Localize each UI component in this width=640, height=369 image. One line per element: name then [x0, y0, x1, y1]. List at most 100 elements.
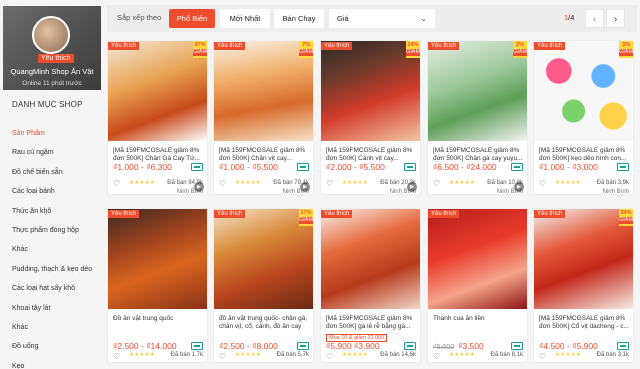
next-page-button[interactable]: › [606, 9, 625, 28]
product-title[interactable]: [Mã 159FMCGSALE giảm 8% đơn 500K] Chân v… [219, 147, 311, 163]
rating-stars: ★★★★★ [129, 180, 156, 186]
category-item[interactable]: Khác [12, 318, 102, 337]
category-item[interactable]: Các loại hạt sấy khô [12, 279, 102, 298]
product-card[interactable]: Yêu thích 34% GIẢM [Mã 159FMCGSALE giảm 8… [533, 208, 634, 363]
discount-badge: 3% GIẢM [619, 41, 633, 58]
category-item[interactable]: Kẹo [12, 357, 102, 369]
free-ship-icon [191, 342, 203, 350]
product-card[interactable]: Yêu thích 24% GIẢM ▶ [Mã 159FMCGSALE giảm… [320, 40, 421, 195]
product-title[interactable]: [Mã 159FMCGSALE giảm 8% đơn 500K] Cánh v… [326, 147, 418, 163]
product-title[interactable]: [Mã 159FMCGSALE giảm 8% đơn 500K] gà lê … [326, 315, 418, 331]
shop-avatar[interactable] [32, 16, 70, 54]
heart-icon[interactable]: ♡ [219, 179, 226, 188]
product-price: ₫5.900 ₫3.900 [326, 341, 380, 351]
product-card[interactable]: Yêu thích [Mã 159FMCGSALE giảm 8% đơn 50… [320, 208, 421, 363]
category-title: DANH MỤC SHOP [12, 100, 83, 109]
category-item[interactable]: Pudding, thạch & kẹo dẻo [12, 260, 102, 279]
product-card[interactable]: Yêu thích 7% GIẢM ▶ [Mã 159FMCGSALE giảm … [213, 40, 314, 195]
heart-icon[interactable]: ♡ [113, 352, 120, 361]
shop-page: Yêu thích QuangMinh Shop Ăn Vặt Online 1… [0, 0, 640, 369]
sold-count: Đã bán 8,1k [490, 352, 523, 358]
product-title[interactable]: [Mã 159FMCGSALE giảm 8% đơn 500K] Chân G… [113, 147, 205, 163]
heart-icon[interactable]: ♡ [326, 179, 333, 188]
product-image[interactable] [108, 209, 207, 309]
heart-icon[interactable]: ♡ [433, 179, 440, 188]
shop-header-card[interactable]: Yêu thích QuangMinh Shop Ăn Vặt Online 1… [3, 6, 101, 90]
shop-name[interactable]: QuangMinh Shop Ăn Vặt [3, 67, 101, 76]
play-video-icon[interactable]: ▶ [300, 182, 310, 192]
page-total: /4 [568, 13, 575, 22]
rating-stars: ★★★★★ [555, 180, 582, 186]
category-item[interactable]: Đồ uống [12, 337, 102, 356]
category-item[interactable]: Thức ăn khô [12, 202, 102, 221]
discount-badge: 2% GIẢM [513, 41, 527, 58]
free-ship-icon [297, 342, 309, 350]
favorite-badge: Yêu thích [108, 42, 140, 50]
product-image[interactable] [321, 209, 420, 309]
product-title[interactable]: [Mã 159FMCGSALE giảm 8% đơn 500K] kẹo dẻ… [539, 147, 631, 163]
sort-newest-button[interactable]: Mới Nhất [220, 9, 270, 28]
product-card[interactable]: Yêu thích 2% GIẢM ▶ [Mã 159FMCGSALE giảm … [427, 40, 528, 195]
play-video-icon[interactable]: ▶ [407, 182, 417, 192]
product-price: ₫4.500 - ₫5.900 [539, 341, 598, 351]
rating-stars: ★★★★★ [235, 180, 262, 186]
play-video-icon[interactable]: ▶ [514, 182, 524, 192]
heart-icon[interactable]: ♡ [539, 352, 546, 361]
free-ship-icon [404, 163, 416, 171]
old-price: ₫5.000 [433, 344, 455, 351]
category-item[interactable]: Đồ chế biến sẵn [12, 163, 102, 182]
rating-stars: ★★★★★ [235, 352, 262, 358]
product-title[interactable]: đồ ăn vặt trung quốc- chân gà, chân vịt,… [219, 315, 311, 331]
free-ship-icon [511, 342, 523, 350]
favorite-badge: Yêu thích [214, 42, 246, 50]
prev-page-button[interactable]: ‹ [585, 9, 604, 28]
category-item[interactable]: Khoai tây lát [12, 299, 102, 318]
favorite-badge: Yêu thích [321, 42, 353, 50]
free-ship-icon [511, 163, 523, 171]
heart-icon[interactable]: ♡ [539, 179, 546, 188]
product-title[interactable]: [Mã 159FMCGSALE giảm 8% đơn 500K] Cổ vịt… [539, 315, 631, 331]
free-ship-icon [404, 342, 416, 350]
category-item[interactable]: Các loại bánh [12, 182, 102, 201]
sort-popular-button[interactable]: Phổ Biến [169, 9, 215, 28]
heart-icon[interactable]: ♡ [433, 352, 440, 361]
favorite-badge: Yêu thích [321, 210, 353, 218]
product-title[interactable]: Thanh cua ăn liền [433, 315, 525, 331]
sold-count: Đã bán 5,7k [276, 352, 309, 358]
free-ship-icon [617, 342, 629, 350]
rating-stars: ★★★★★ [555, 352, 582, 358]
product-price: ₫1.000 - ₫5.500 [219, 162, 278, 172]
category-item[interactable]: Khác [12, 240, 102, 259]
product-card[interactable]: Yêu thích 17% GIẢM đồ ăn vặt trung quốc- … [213, 208, 314, 363]
heart-icon[interactable]: ♡ [326, 352, 333, 361]
sort-bestseller-button[interactable]: Bán Chạy [274, 9, 324, 28]
category-item[interactable]: Rau củ ngâm [12, 143, 102, 162]
discount-badge: 37% GIẢM [193, 41, 207, 58]
product-image[interactable] [428, 209, 527, 309]
play-video-icon[interactable]: ▶ [194, 182, 204, 192]
product-card[interactable]: Yêu thích Đồ ăn vặt trung quốc ₫2.500 - … [107, 208, 208, 363]
rating-stars: ★★★★★ [449, 180, 476, 186]
product-title[interactable]: Đồ ăn vặt trung quốc [113, 315, 205, 331]
category-item-products[interactable]: Sản Phẩm [12, 124, 102, 143]
sale-price: ₫3.500 [458, 341, 484, 351]
heart-icon[interactable]: ♡ [113, 179, 120, 188]
product-card[interactable]: Yêu thích 3% GIẢM [Mã 159FMCGSALE giảm 8%… [533, 40, 634, 195]
favorite-badge: Yêu thích [428, 210, 460, 218]
product-price: ₫1.000 - ₫3.000 [539, 162, 598, 172]
product-title[interactable]: [Mã 159FMCGSALE giảm 8% đơn 500K] Chân g… [433, 147, 525, 163]
favorite-badge: Yêu thích [214, 210, 246, 218]
rating-stars: ★★★★★ [129, 352, 156, 358]
favorite-badge: Yêu thích [534, 210, 566, 218]
chevron-down-icon: ⌄ [420, 14, 427, 23]
rating-stars: ★★★★★ [342, 180, 369, 186]
product-price: ₫5.000 ₫3.500 [433, 341, 484, 351]
price-sort-select[interactable]: Giá ⌄ [329, 9, 435, 28]
category-item[interactable]: Thực phẩm đóng hộp [12, 221, 102, 240]
product-card[interactable]: Yêu thích Thanh cua ăn liền ₫5.000 ₫3.500… [427, 208, 528, 363]
heart-icon[interactable]: ♡ [219, 352, 226, 361]
product-card[interactable]: Yêu thích 37% GIẢM ▶ [Mã 159FMCGSALE giảm… [107, 40, 208, 195]
free-ship-icon [191, 163, 203, 171]
location: Ninh Bình [602, 189, 629, 195]
sold-count: Đã bán 14,6k [380, 352, 416, 358]
